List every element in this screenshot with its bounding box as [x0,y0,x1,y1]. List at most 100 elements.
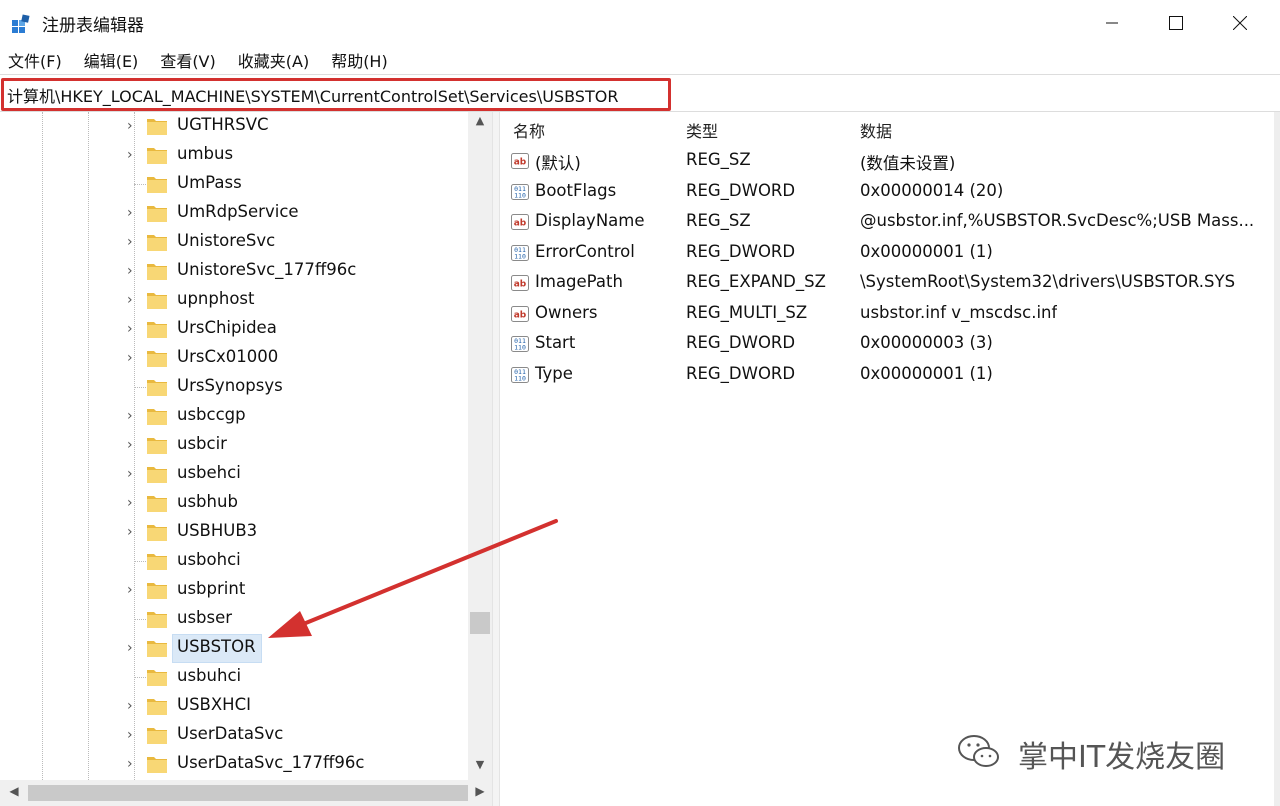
tree-item[interactable]: UmPass [0,170,470,199]
chevron-right-icon[interactable]: › [127,438,139,452]
value-row[interactable]: 011 110 Start REG_DWORD 0x00000003 (3) [500,329,1280,359]
folder-icon [146,116,168,136]
tree-item[interactable]: › UserDataSvc_177ff96c [0,750,470,779]
value-data: (数值未设置) [860,154,956,173]
folder-icon [146,754,168,774]
value-data: @usbstor.inf,%USBSTOR.SvcDesc%;USB Mass.… [860,211,1255,230]
tree-item[interactable]: › umbus [0,141,470,170]
value-data: \SystemRoot\System32\drivers\USBSTOR.SYS [860,272,1236,291]
tree-connector [134,561,146,562]
value-row[interactable]: 011 110 BootFlags REG_DWORD 0x00000014 (20) [500,177,1280,207]
chevron-right-icon[interactable]: › [127,728,139,742]
chevron-right-icon[interactable]: › [127,148,139,162]
column-header-type[interactable]: 类型 [686,118,718,142]
value-row[interactable]: ab DisplayName REG_SZ @usbstor.inf,%USBSTOR… [500,207,1280,237]
chevron-right-icon[interactable]: › [127,351,139,365]
folder-icon [146,406,168,426]
tree-item[interactable]: › UGTHRSVC [0,112,470,141]
tree-vertical-scrollbar[interactable]: ▲ ▼ [468,112,492,780]
menu-edit[interactable]: 编辑(E) [84,48,139,72]
column-header-name[interactable]: 名称 [513,118,545,142]
chevron-right-icon[interactable]: › [127,409,139,423]
folder-icon [146,203,168,223]
tree-item-label: usbser [177,608,233,627]
minimize-button[interactable] [1080,0,1144,46]
chevron-right-icon[interactable]: › [127,757,139,771]
tree-item[interactable]: › UrsChipidea [0,315,470,344]
menu-view[interactable]: 查看(V) [160,48,215,72]
tree-item[interactable]: › UnistoreSvc [0,228,470,257]
tree-item[interactable]: › usbprint [0,576,470,605]
tree-item[interactable]: › usbccgp [0,402,470,431]
scroll-up-icon[interactable]: ▲ [468,114,492,134]
menu-help[interactable]: 帮助(H) [331,48,388,72]
tree-item-label: UserDataSvc_177ff96c [177,753,365,772]
scroll-left-icon[interactable]: ◀ [4,784,24,798]
scroll-thumb[interactable] [470,612,490,634]
tree-item[interactable]: usbohci [0,547,470,576]
chevron-right-icon[interactable]: › [127,235,139,249]
chevron-right-icon[interactable]: › [127,496,139,510]
tree-connector [134,677,146,678]
tree-horizontal-scrollbar[interactable]: ◀ ▶ [0,780,492,806]
tree-item[interactable]: › USBHUB3 [0,518,470,547]
address-bar[interactable]: 计算机\HKEY_LOCAL_MACHINE\SYSTEM\CurrentCon… [0,74,1280,112]
chevron-right-icon[interactable]: › [127,264,139,278]
tree-item[interactable]: › usbhub [0,489,470,518]
scroll-thumb-horizontal[interactable] [28,785,468,801]
binary-value-icon: 011 110 [510,182,530,202]
tree-item[interactable]: › usbcir [0,431,470,460]
tree-item[interactable]: usbser [0,605,470,634]
tree-item-label: upnphost [177,289,255,308]
chevron-right-icon[interactable]: › [127,206,139,220]
tree-item[interactable]: › USBSTOR [0,634,470,663]
scroll-right-icon[interactable]: ▶ [470,784,490,798]
column-header-data[interactable]: 数据 [860,118,892,142]
tree-item-label: usbhub [177,492,238,511]
folder-icon [146,174,168,194]
menu-file[interactable]: 文件(F) [8,48,62,72]
tree-item[interactable]: › USBXHCI [0,692,470,721]
tree-item[interactable]: › upnphost [0,286,470,315]
tree-item[interactable]: › UserDataSvc [0,721,470,750]
chevron-right-icon[interactable]: › [127,322,139,336]
tree-item[interactable]: › UnistoreSvc_177ff96c [0,257,470,286]
folder-icon [146,522,168,542]
values-scrollbar[interactable] [1274,112,1280,806]
tree-item-label: usbuhci [177,666,242,685]
value-type: REG_MULTI_SZ [686,302,808,322]
folder-icon [146,638,168,658]
chevron-right-icon[interactable]: › [127,119,139,133]
value-row[interactable]: ab ImagePath REG_EXPAND_SZ \SystemRoot\Syst… [500,268,1280,298]
scroll-down-icon[interactable]: ▼ [468,758,492,778]
svg-text:ab: ab [514,158,527,168]
close-icon [1233,16,1247,30]
tree-item[interactable]: › UmRdpService [0,199,470,228]
value-row[interactable]: 011 110 ErrorControl REG_DWORD 0x00000001 (1… [500,238,1280,268]
svg-text:110: 110 [514,252,526,260]
chevron-right-icon[interactable]: › [127,699,139,713]
string-value-icon: ab [510,212,530,232]
value-row[interactable]: ab Owners REG_MULTI_SZ usbstor.inf v_mscdsc… [500,299,1280,329]
value-row[interactable]: 011 110 Type REG_DWORD 0x00000001 (1) [500,360,1280,390]
value-type: REG_DWORD [686,333,796,352]
value-name: Owners [535,302,598,322]
value-data: usbstor.inf v_mscdsc.inf [860,302,1058,322]
tree-item[interactable]: › UrsCx01000 [0,344,470,373]
value-type: REG_SZ [686,211,751,230]
chevron-right-icon[interactable]: › [127,525,139,539]
tree-item[interactable]: usbuhci [0,663,470,692]
tree-item[interactable]: › usbehci [0,460,470,489]
maximize-button[interactable] [1144,0,1208,46]
pane-splitter[interactable] [492,112,500,806]
tree-item[interactable]: UrsSynopsys [0,373,470,402]
chevron-right-icon[interactable]: › [127,583,139,597]
menu-favorites[interactable]: 收藏夹(A) [238,48,309,72]
value-data: 0x00000003 (3) [860,333,993,352]
chevron-right-icon[interactable]: › [127,641,139,655]
chevron-right-icon[interactable]: › [127,467,139,481]
chevron-right-icon[interactable]: › [127,293,139,307]
folder-icon [146,725,168,745]
value-row[interactable]: ab (默认) REG_SZ (数值未设置) [500,146,1280,176]
close-button[interactable] [1208,0,1272,46]
